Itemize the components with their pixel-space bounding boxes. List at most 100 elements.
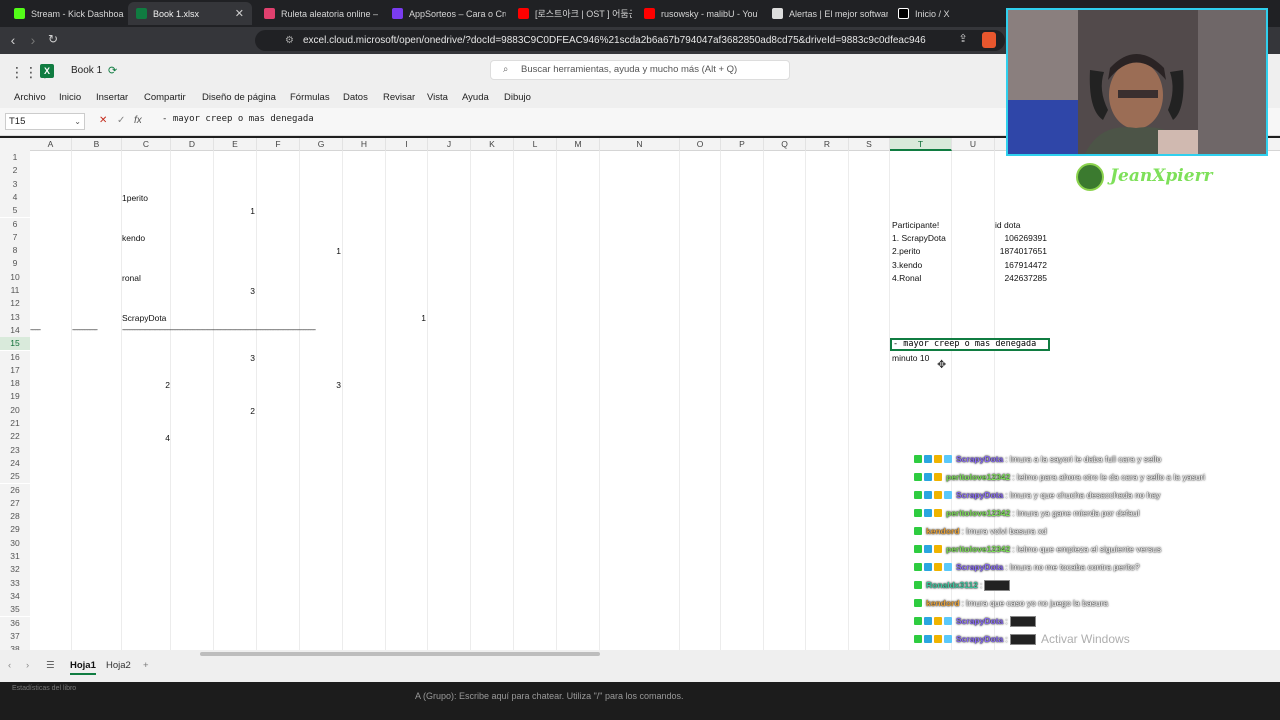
check-icon[interactable]: ✓ <box>117 115 125 126</box>
row-header-6[interactable]: 6 <box>0 217 30 231</box>
cancel-icon[interactable]: ✕ <box>99 115 107 126</box>
row-header-11[interactable]: 11 <box>0 284 30 298</box>
active-cell-t15[interactable]: - mayor creep o mas denegada <box>890 338 1050 351</box>
menu-ayuda[interactable]: Ayuda <box>462 92 489 103</box>
cell-u9[interactable]: 167914472 <box>990 259 1047 271</box>
column-header-e[interactable]: E <box>214 138 257 151</box>
column-header-u[interactable]: U <box>952 138 995 151</box>
row-header-27[interactable]: 27 <box>0 496 30 511</box>
menu-vista[interactable]: Vista <box>427 92 448 103</box>
row-header-10[interactable]: 10 <box>0 270 30 284</box>
row-header-31[interactable]: 31 <box>0 550 30 564</box>
cell-c22[interactable]: 4 <box>128 432 170 444</box>
cell-t8[interactable]: 2.perito <box>892 245 920 257</box>
row-header-23[interactable]: 23 <box>0 443 30 457</box>
row-header-1[interactable]: 1 <box>0 151 30 165</box>
row-header-14[interactable]: 14 <box>0 323 30 338</box>
menu-insertar[interactable]: Insertar <box>96 92 128 103</box>
site-info-icon[interactable]: ⚙ <box>285 30 294 51</box>
row-header-2[interactable]: 2 <box>0 164 30 178</box>
column-header-q[interactable]: Q <box>764 138 806 151</box>
forward-icon[interactable]: › <box>24 32 42 48</box>
browser-tab[interactable]: Alertas | El mejor software <box>764 2 888 25</box>
row-header-30[interactable]: 30 <box>0 536 30 550</box>
cell-i13[interactable]: 1 <box>386 312 426 324</box>
workbook-name[interactable]: Book 1 <box>71 65 102 76</box>
cell-e5[interactable]: 1 <box>214 205 255 217</box>
cell-u8[interactable]: 1874017651 <box>990 245 1047 257</box>
row-header-5[interactable]: 5 <box>0 204 30 218</box>
cell-e20[interactable]: 2 <box>214 405 255 417</box>
horizontal-scrollbar[interactable] <box>200 652 600 656</box>
row-header-36[interactable]: 36 <box>0 616 30 630</box>
chevron-down-icon[interactable]: ⌄ <box>74 114 81 129</box>
cell-t16[interactable]: minuto 10 <box>892 352 929 364</box>
column-header-p[interactable]: P <box>721 138 764 151</box>
cell-b14[interactable]: --------------- <box>72 325 120 334</box>
saved-status-icon[interactable]: ⟳ <box>108 64 117 77</box>
workbook-stats[interactable]: Estadísticas del libro <box>12 685 76 692</box>
row-header-7[interactable]: 7 <box>0 230 30 245</box>
row-header-33[interactable]: 33 <box>0 576 30 590</box>
column-header-b[interactable]: B <box>72 138 122 151</box>
cell-c4[interactable]: 1perito <box>122 192 148 204</box>
row-header-35[interactable]: 35 <box>0 603 30 617</box>
row-header-38[interactable]: 38 <box>0 643 30 650</box>
row-header-8[interactable]: 8 <box>0 244 30 258</box>
cell-e11[interactable]: 3 <box>214 285 255 297</box>
scroll-right-icon[interactable]: › <box>26 660 29 671</box>
menu-archivo[interactable]: Archivo <box>14 92 46 103</box>
game-chat-input[interactable]: A (Grupo): Escribe aquí para chatear. Ut… <box>415 691 684 701</box>
cell-t10[interactable]: 4.Ronal <box>892 272 921 284</box>
row-header-28[interactable]: 28 <box>0 510 30 524</box>
function-icon[interactable]: fx <box>134 115 142 126</box>
formula-input[interactable]: - mayor creep o mas denegada <box>162 114 314 124</box>
add-sheet-button[interactable]: + <box>143 660 149 671</box>
column-header-k[interactable]: K <box>471 138 514 151</box>
menu-revisar[interactable]: Revisar <box>383 92 415 103</box>
row-header-9[interactable]: 9 <box>0 257 30 271</box>
browser-tab[interactable]: [로스트아크 | OST ] 어둠군 <box>510 2 632 25</box>
cell-a14[interactable]: ------ <box>30 325 70 334</box>
cell-t9[interactable]: 3.kendo <box>892 259 922 271</box>
row-header-26[interactable]: 26 <box>0 483 30 497</box>
column-header-g[interactable]: G <box>300 138 343 151</box>
row-header-17[interactable]: 17 <box>0 363 30 378</box>
column-header-f[interactable]: F <box>257 138 300 151</box>
row-header-18[interactable]: 18 <box>0 377 30 391</box>
name-box[interactable]: T15 ⌄ <box>5 113 85 130</box>
row-header-22[interactable]: 22 <box>0 430 30 444</box>
excel-logo-icon[interactable]: X <box>40 64 54 78</box>
brave-shield-icon[interactable] <box>982 32 996 48</box>
share-icon[interactable]: ⇪ <box>954 32 972 45</box>
browser-tab[interactable]: Ruleta aleatoria online – r <box>256 2 378 25</box>
cell-g8[interactable]: 1 <box>300 245 341 257</box>
menu-datos[interactable]: Datos <box>343 92 368 103</box>
back-icon[interactable]: ‹ <box>4 32 22 48</box>
row-header-20[interactable]: 20 <box>0 403 30 417</box>
column-header-m[interactable]: M <box>557 138 600 151</box>
row-header-16[interactable]: 16 <box>0 350 30 364</box>
column-header-r[interactable]: R <box>806 138 849 151</box>
row-header-24[interactable]: 24 <box>0 456 30 471</box>
row-header-25[interactable]: 25 <box>0 470 30 484</box>
all-sheets-icon[interactable]: ☰ <box>46 660 55 671</box>
column-header-n[interactable]: N <box>600 138 680 151</box>
cell-u6[interactable]: id dota <box>995 219 1021 231</box>
column-header-j[interactable]: J <box>428 138 471 151</box>
select-all-corner[interactable] <box>0 138 30 151</box>
menu-inicio[interactable]: Inicio <box>59 92 81 103</box>
reload-icon[interactable]: ↻ <box>44 32 62 46</box>
cell-c7[interactable]: kendo <box>122 232 145 244</box>
row-header-34[interactable]: 34 <box>0 589 30 604</box>
close-icon[interactable]: ✕ <box>235 7 244 20</box>
search-input[interactable]: ⌕ Buscar herramientas, ayuda y mucho más… <box>490 60 790 80</box>
cell-t6[interactable]: Participante! <box>892 219 939 231</box>
row-header-19[interactable]: 19 <box>0 390 30 404</box>
cell-t7[interactable]: 1. ScrapyDota <box>892 232 946 244</box>
row-header-32[interactable]: 32 <box>0 563 30 577</box>
column-header-t[interactable]: T <box>890 138 952 151</box>
row-header-29[interactable]: 29 <box>0 523 30 537</box>
sheet-tab-hoja1[interactable]: Hoja1 <box>70 660 96 675</box>
browser-tab-active[interactable]: Book 1.xlsx ✕ <box>128 2 252 25</box>
